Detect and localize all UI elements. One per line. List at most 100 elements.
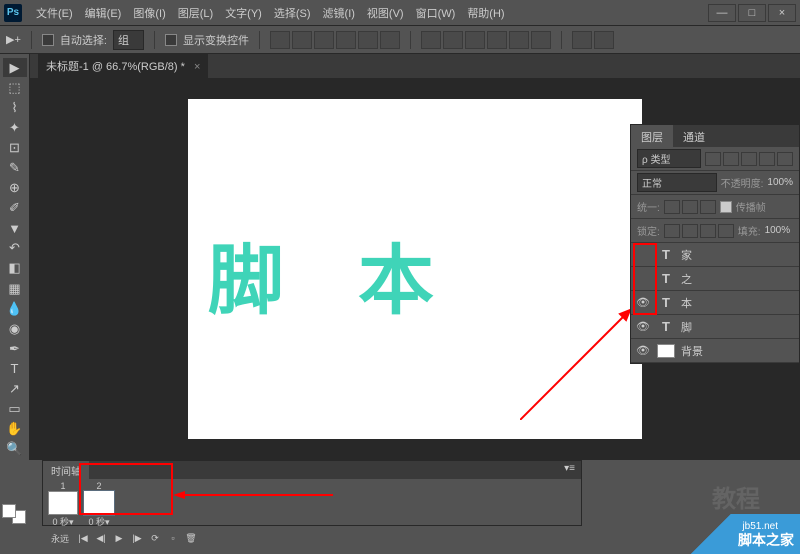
distribute-icon[interactable] [443, 31, 463, 49]
layer-item[interactable]: 👁 背景 [631, 339, 799, 363]
menu-image[interactable]: 图像(I) [127, 5, 171, 21]
tab-timeline[interactable]: 时间轴 [43, 461, 89, 479]
dodge-tool[interactable]: ◉ [3, 319, 27, 338]
unify-pos-icon[interactable] [664, 200, 680, 214]
align-icon[interactable] [270, 31, 290, 49]
distribute-icon[interactable] [509, 31, 529, 49]
next-frame-button[interactable]: |▶ [129, 531, 145, 545]
document-tab[interactable]: 未标题-1 @ 66.7%(RGB/8) * × [38, 54, 208, 78]
tween-button[interactable]: ⟳ [147, 531, 163, 545]
visibility-toggle[interactable] [635, 247, 651, 263]
wand-tool[interactable]: ✦ [3, 118, 27, 137]
brush-tool[interactable]: ✐ [3, 199, 27, 218]
align-icon[interactable] [292, 31, 312, 49]
visibility-toggle[interactable]: 👁 [635, 343, 651, 359]
fill-value[interactable]: 100% [765, 225, 791, 236]
blend-mode-select[interactable]: 正常 [637, 173, 717, 192]
align-icon[interactable] [314, 31, 334, 49]
filter-shape-icon[interactable] [759, 152, 775, 166]
marquee-tool[interactable]: ⬚ [3, 78, 27, 97]
opacity-value[interactable]: 100% [767, 177, 793, 188]
filter-smart-icon[interactable] [777, 152, 793, 166]
unify-vis-icon[interactable] [682, 200, 698, 214]
menu-view[interactable]: 视图(V) [361, 5, 410, 21]
duplicate-frame-button[interactable]: ▫ [165, 531, 181, 545]
mode-icon[interactable] [594, 31, 614, 49]
eyedropper-tool[interactable]: ✎ [3, 158, 27, 177]
menu-select[interactable]: 选择(S) [268, 5, 317, 21]
frame-delay[interactable]: 0 秒▾ [88, 515, 109, 528]
menu-edit[interactable]: 编辑(E) [79, 5, 128, 21]
visibility-toggle[interactable]: 👁 [635, 319, 651, 335]
maximize-button[interactable]: □ [738, 4, 766, 22]
fg-color-swatch[interactable] [2, 504, 16, 518]
healing-tool[interactable]: ⊕ [3, 179, 27, 198]
layer-name[interactable]: 背景 [681, 343, 703, 359]
auto-select-checkbox[interactable] [42, 34, 54, 46]
path-tool[interactable]: ↗ [3, 380, 27, 399]
hand-tool[interactable]: ✋ [3, 420, 27, 439]
menu-help[interactable]: 帮助(H) [461, 5, 510, 21]
show-transform-checkbox[interactable] [165, 34, 177, 46]
distribute-icon[interactable] [487, 31, 507, 49]
distribute-icon[interactable] [421, 31, 441, 49]
unify-style-icon[interactable] [700, 200, 716, 214]
layer-name[interactable]: 脚 [681, 319, 692, 335]
pen-tool[interactable]: ✒ [3, 339, 27, 358]
align-icon[interactable] [336, 31, 356, 49]
layer-name[interactable]: 本 [681, 295, 692, 311]
move-tool[interactable]: ▶ [3, 58, 27, 77]
lock-pos-icon[interactable] [700, 224, 716, 238]
layer-item[interactable]: T 之 [631, 267, 799, 291]
lasso-tool[interactable]: ⌇ [3, 98, 27, 117]
eraser-tool[interactable]: ◧ [3, 259, 27, 278]
lock-trans-icon[interactable] [664, 224, 680, 238]
align-icon[interactable] [380, 31, 400, 49]
distribute-icon[interactable] [465, 31, 485, 49]
stamp-tool[interactable]: ▼ [3, 219, 27, 238]
play-button[interactable]: ▶ [111, 531, 127, 545]
filter-type-icon[interactable] [741, 152, 757, 166]
gradient-tool[interactable]: ▦ [3, 279, 27, 298]
crop-tool[interactable]: ⊡ [3, 138, 27, 157]
loop-select[interactable]: 永远 [47, 532, 73, 545]
layer-item[interactable]: 👁 T 脚 [631, 315, 799, 339]
layer-name[interactable]: 之 [681, 271, 692, 287]
auto-select-target[interactable]: 组 [113, 30, 144, 50]
document-tab-close[interactable]: × [194, 61, 200, 73]
layer-item[interactable]: 👁 T 本 [631, 291, 799, 315]
align-icon[interactable] [358, 31, 378, 49]
shape-tool[interactable]: ▭ [3, 400, 27, 419]
filter-kind-select[interactable]: ρ 类型 [637, 149, 701, 168]
first-frame-button[interactable]: |◀ [75, 531, 91, 545]
propagate-checkbox[interactable] [720, 201, 732, 213]
mode-icon[interactable] [572, 31, 592, 49]
tab-layers[interactable]: 图层 [631, 125, 673, 147]
tab-channels[interactable]: 通道 [673, 125, 715, 147]
frame-item[interactable]: 2 0 秒▾ [83, 481, 115, 528]
frame-thumbnail[interactable] [48, 491, 78, 515]
zoom-tool[interactable]: 🔍 [3, 440, 27, 459]
menu-layer[interactable]: 图层(L) [172, 5, 219, 21]
panel-menu-icon[interactable]: ▾≡ [558, 461, 581, 479]
filter-pixel-icon[interactable] [705, 152, 721, 166]
prev-frame-button[interactable]: ◀| [93, 531, 109, 545]
delete-frame-button[interactable]: 🗑 [183, 531, 199, 545]
visibility-toggle[interactable] [635, 271, 651, 287]
distribute-icon[interactable] [531, 31, 551, 49]
menu-window[interactable]: 窗口(W) [410, 5, 462, 21]
menu-type[interactable]: 文字(Y) [219, 5, 268, 21]
fg-bg-swatch[interactable] [2, 504, 26, 524]
move-tool-indicator[interactable]: ▶+ [6, 33, 21, 46]
menu-filter[interactable]: 滤镜(I) [317, 5, 361, 21]
frame-thumbnail[interactable] [84, 491, 114, 515]
frame-delay[interactable]: 0 秒▾ [52, 515, 73, 528]
lock-all-icon[interactable] [718, 224, 734, 238]
menu-file[interactable]: 文件(E) [30, 5, 79, 21]
frame-item[interactable]: 1 0 秒▾ [47, 481, 79, 528]
history-brush-tool[interactable]: ↶ [3, 239, 27, 258]
type-tool[interactable]: T [3, 359, 27, 378]
close-button[interactable]: × [768, 4, 796, 22]
layer-item[interactable]: T 家 [631, 243, 799, 267]
lock-pixel-icon[interactable] [682, 224, 698, 238]
